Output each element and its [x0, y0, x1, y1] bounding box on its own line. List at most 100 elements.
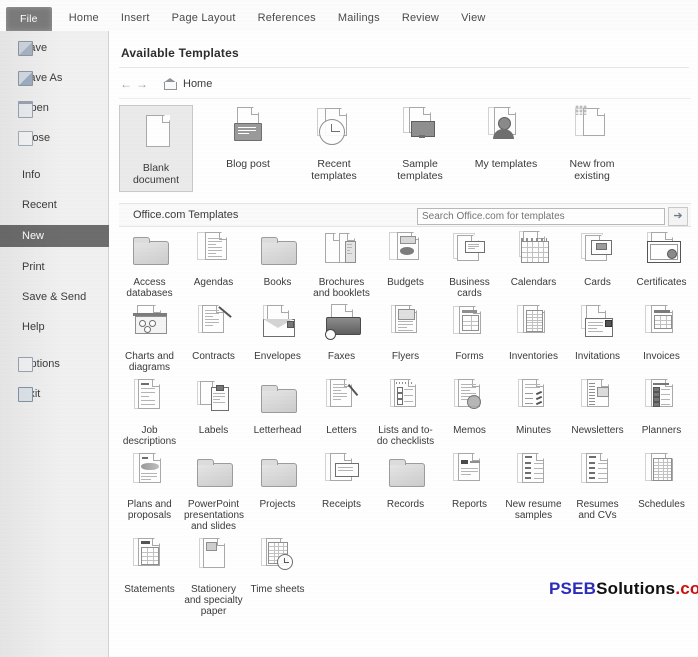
category-tile-letters[interactable]: Letters [311, 377, 372, 447]
category-tile-letterhead[interactable]: Letterhead [247, 377, 308, 447]
category-tile-cards[interactable]: Cards [567, 229, 628, 299]
ribbon-tab-insert[interactable]: Insert [110, 7, 161, 31]
category-tile-label: Access databases [126, 277, 173, 299]
backstage-item-print[interactable]: Print [0, 257, 108, 277]
category-tile-label: Lists and to-do checklists [376, 425, 435, 447]
category-tile-flyers[interactable]: Flyers [375, 303, 436, 373]
backstage-item-close[interactable]: Close [0, 128, 108, 148]
blank-document-icon [128, 111, 184, 161]
folder-icon [247, 377, 308, 425]
search-input[interactable] [417, 208, 665, 225]
template-tile-blank-document[interactable]: Blank document [119, 105, 193, 192]
category-tile-planners[interactable]: Planners [631, 377, 692, 447]
category-tile-plans-and-proposals[interactable]: Plans and proposals [119, 451, 180, 532]
category-tile-job-descriptions[interactable]: Job descriptions [119, 377, 180, 447]
category-tile-invitations[interactable]: Invitations [567, 303, 628, 373]
category-tile-statements[interactable]: Statements [119, 536, 180, 617]
category-tile-stationery-and-specialty-paper[interactable]: Stationery and specialty paper [183, 536, 244, 617]
category-tile-label: Forms [455, 351, 484, 362]
search-go-button[interactable]: ➔ [668, 207, 688, 226]
category-tile-lists-and-to-do-checklists[interactable]: Lists and to-do checklists [375, 377, 436, 447]
backstage-item-exit[interactable]: Exit [0, 384, 108, 404]
category-tile-label: Receipts [322, 499, 361, 510]
category-tile-envelopes[interactable]: Envelopes [247, 303, 308, 373]
ribbon-tab-view[interactable]: View [450, 7, 496, 31]
category-tile-calendars[interactable]: Calendars [503, 229, 564, 299]
breadcrumb-home-label[interactable]: Home [183, 78, 212, 90]
backstage-item-save-as[interactable]: Save As [0, 68, 108, 88]
backstage-item-save-send[interactable]: Save & Send [0, 287, 108, 307]
save-icon [18, 41, 33, 56]
home-icon [163, 78, 177, 90]
category-tile-certificates[interactable]: Certificates [631, 229, 692, 299]
document-stack-icon [183, 229, 244, 277]
category-tile-faxes[interactable]: Faxes [311, 303, 372, 373]
ribbon-tab-file[interactable]: File [6, 7, 52, 31]
ribbon-tab-mailings[interactable]: Mailings [327, 7, 391, 31]
watermark-part-2: Solutions [596, 579, 676, 598]
category-tile-inventories[interactable]: Inventories [503, 303, 564, 373]
category-tile-budgets[interactable]: Budgets [375, 229, 436, 299]
back-button[interactable]: ← [119, 77, 133, 91]
template-tile-sample-templates[interactable]: Sample templates [383, 105, 457, 201]
fax-machine-icon [311, 303, 372, 351]
forward-button[interactable]: → [135, 77, 149, 91]
envelope-icon [247, 303, 308, 351]
category-tile-labels[interactable]: Labels [183, 377, 244, 447]
template-category-grid: Access databases Agendas Books Brochures an… [119, 229, 695, 621]
backstage-item-info[interactable]: Info [0, 165, 108, 185]
calendar-icon [503, 229, 564, 277]
breadcrumb-divider [119, 98, 691, 99]
category-tile-memos[interactable]: Memos [439, 377, 500, 447]
backstage-item-help[interactable]: Help [0, 317, 108, 337]
options-icon [18, 357, 33, 372]
template-tile-recent-templates[interactable]: Recent templates [297, 105, 371, 201]
page-title: Available Templates [121, 46, 239, 60]
ribbon-tab-review[interactable]: Review [391, 7, 450, 31]
top-template-row: Blank document Blog post Recent templates S… [119, 105, 691, 201]
breadcrumb: ← → Home [119, 71, 691, 97]
category-tile-resumes-and-cvs[interactable]: Resumes and CVs [567, 451, 628, 532]
category-tile-time-sheets[interactable]: Time sheets [247, 536, 308, 617]
template-tile-my-templates[interactable]: My templates [469, 105, 543, 201]
backstage-item-open[interactable]: Open [0, 98, 108, 118]
category-tile-agendas[interactable]: Agendas [183, 229, 244, 299]
category-tile-records[interactable]: Records [375, 451, 436, 532]
category-tile-books[interactable]: Books [247, 229, 308, 299]
exit-icon [18, 387, 33, 402]
invitation-icon [567, 303, 628, 351]
invoice-icon [631, 303, 692, 351]
category-tile-label: Plans and proposals [127, 499, 172, 521]
category-tile-projects[interactable]: Projects [247, 451, 308, 532]
category-tile-contracts[interactable]: Contracts [183, 303, 244, 373]
category-tile-label: Resumes and CVs [576, 499, 619, 521]
category-tile-access-databases[interactable]: Access databases [119, 229, 180, 299]
category-tile-forms[interactable]: Forms [439, 303, 500, 373]
category-tile-newsletters[interactable]: Newsletters [567, 377, 628, 447]
template-tile-blog-post[interactable]: Blog post [211, 105, 285, 201]
backstage-item-save[interactable]: Save [0, 38, 108, 58]
ribbon-tab-page-layout[interactable]: Page Layout [161, 7, 247, 31]
category-tile-new-resume-samples[interactable]: New resume samples [503, 451, 564, 532]
ribbon-tab-home[interactable]: Home [58, 7, 110, 31]
category-tile-label: Books [263, 277, 292, 288]
category-tile-label: Calendars [510, 277, 557, 288]
category-tile-business-cards[interactable]: Business cards [439, 229, 500, 299]
statement-icon [119, 536, 180, 584]
category-tile-powerpoint-presentations-and-slides[interactable]: PowerPoint presentations and slides [183, 451, 244, 532]
backstage-item-recent[interactable]: Recent [0, 195, 108, 215]
category-tile-schedules[interactable]: Schedules [631, 451, 692, 532]
category-tile-label: Records [386, 499, 425, 510]
category-tile-invoices[interactable]: Invoices [631, 303, 692, 373]
category-tile-receipts[interactable]: Receipts [311, 451, 372, 532]
category-tile-charts-and-diagrams[interactable]: Charts and diagrams [119, 303, 180, 373]
backstage-item-options[interactable]: Options [0, 354, 108, 374]
plan-proposal-icon [119, 451, 180, 499]
ribbon-tab-references[interactable]: References [247, 7, 327, 31]
category-tile-label: Labels [198, 425, 229, 436]
category-tile-reports[interactable]: Reports [439, 451, 500, 532]
category-tile-minutes[interactable]: Minutes [503, 377, 564, 447]
category-tile-label: Brochures and booklets [313, 277, 370, 299]
category-tile-brochures-and-booklets[interactable]: Brochures and booklets [311, 229, 372, 299]
template-tile-new-from-existing[interactable]: New from existing [555, 105, 629, 201]
